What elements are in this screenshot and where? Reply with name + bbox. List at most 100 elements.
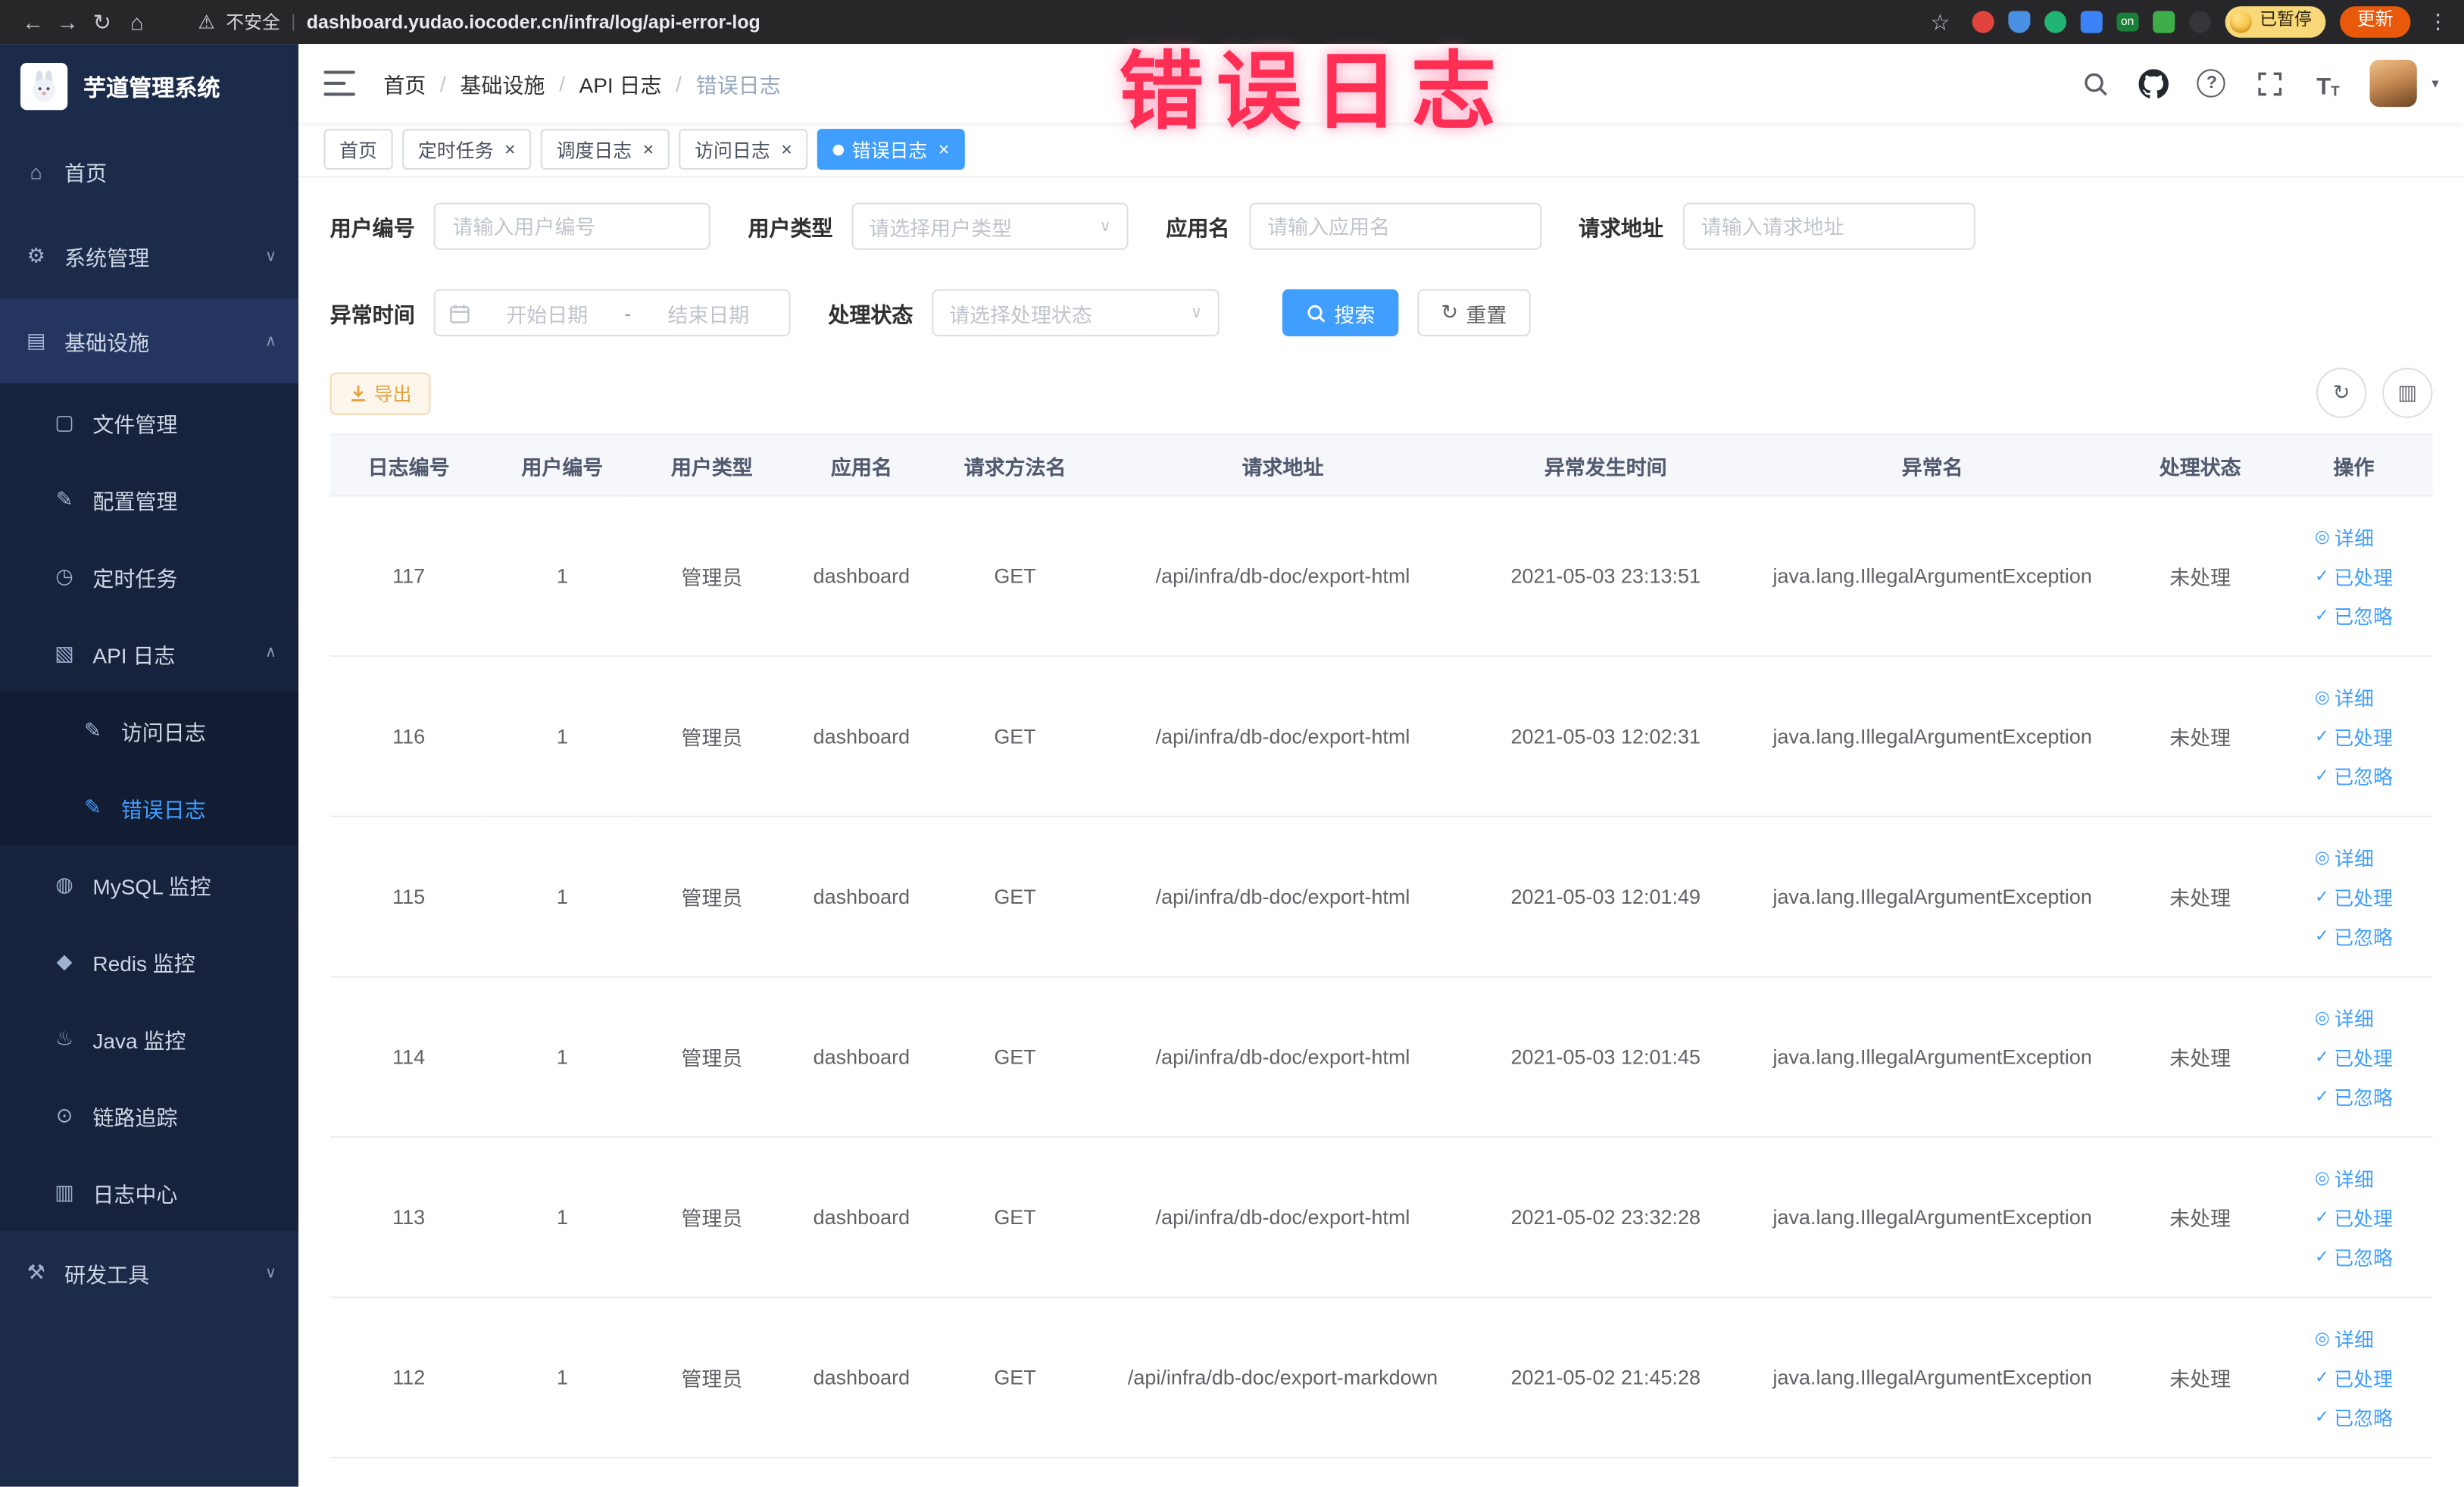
extension-icon-3[interactable] (2044, 11, 2066, 33)
table-cell: 2021-05-02 23:32:28 (1472, 1136, 1740, 1298)
processed-link[interactable]: ✓ 已处理 (2315, 882, 2393, 911)
sidebar-item-error-log[interactable]: ✎ 错误日志 (0, 768, 299, 846)
ignored-link[interactable]: ✓ 已忽略 (2315, 601, 2393, 630)
sidebar-item-trace[interactable]: ⊙ 链路追踪 (0, 1076, 299, 1154)
processed-link[interactable]: ✓ 已处理 (2315, 1202, 2393, 1232)
avatar[interactable] (2370, 59, 2418, 108)
table-cell: java.lang.IllegalArgumentException (1739, 1297, 2125, 1459)
sidebar-item-api-log[interactable]: ▧ API 日志 ∧ (0, 614, 299, 692)
request-url-input[interactable] (1682, 202, 1975, 250)
timer-icon: ◷ (55, 563, 73, 587)
app-name-input[interactable] (1248, 202, 1541, 250)
tab-job[interactable]: 定时任务 × (402, 129, 532, 170)
extension-icon-4[interactable] (2080, 11, 2103, 33)
search-icon[interactable] (2080, 67, 2111, 98)
fullscreen-icon[interactable] (2254, 67, 2285, 98)
breadcrumb-item[interactable]: 首页 (383, 67, 426, 98)
sidebar-item-home[interactable]: ⌂ 首页 (0, 129, 299, 214)
close-icon[interactable]: × (504, 140, 516, 159)
forward-icon[interactable]: → (50, 5, 85, 39)
chevron-down-icon[interactable]: ▾ (2431, 75, 2438, 92)
table-cell: /api/infra/db-doc/export-html (1094, 656, 1472, 817)
sidebar-item-dev-tools[interactable]: ⚒ 研发工具 ∨ (0, 1230, 299, 1316)
ignored-link[interactable]: ✓ 已忽略 (2315, 921, 2393, 951)
infra-icon: ▤ (26, 328, 46, 352)
tab-job-log[interactable]: 调度日志 × (540, 129, 670, 170)
ignored-link[interactable]: ✓ 已忽略 (2315, 1081, 2393, 1111)
process-status-label: 处理状态 (828, 303, 913, 327)
topbar-actions: ? TT ▾ (2080, 59, 2439, 108)
security-label[interactable]: 不安全 (226, 9, 280, 34)
detail-link[interactable]: ◎ 详细 (2315, 1323, 2374, 1353)
sidebar-item-java[interactable]: ♨ Java 监控 (0, 999, 299, 1077)
font-size-icon[interactable]: TT (2313, 67, 2344, 99)
ignored-link[interactable]: ✓ 已忽略 (2315, 1402, 2393, 1432)
detail-link[interactable]: ◎ 详细 (2315, 1163, 2374, 1192)
user-id-input[interactable] (433, 202, 710, 250)
processed-link[interactable]: ✓ 已处理 (2315, 1363, 2393, 1392)
github-icon[interactable] (2138, 67, 2169, 98)
detail-link[interactable]: ◎ 详细 (2315, 1003, 2374, 1032)
detail-link[interactable]: ◎ 详细 (2315, 842, 2374, 872)
table-cell: 2021-05-03 12:01:45 (1472, 976, 1740, 1139)
sidebar-item-config[interactable]: ✎ 配置管理 (0, 460, 299, 538)
column-settings-button[interactable]: ▥ (2382, 367, 2433, 418)
back-icon[interactable]: ← (16, 5, 51, 39)
tab-error-log[interactable]: 错误日志 × (817, 129, 966, 170)
eye-icon: ◎ (2314, 848, 2330, 868)
sidebar-item-mysql[interactable]: ◍ MySQL 监控 (0, 845, 299, 923)
sidebar-item-infra[interactable]: ▤ 基础设施 ∧ (0, 298, 299, 384)
end-date-placeholder: 结束日期 (667, 302, 750, 326)
extension-on-badge[interactable]: on (2116, 13, 2139, 31)
detail-link[interactable]: ◎ 详细 (2315, 522, 2374, 551)
home-icon[interactable]: ⌂ (120, 5, 155, 39)
search-button[interactable]: 搜索 (1282, 289, 1399, 336)
extension-icon-6[interactable] (2153, 11, 2175, 33)
ignored-link[interactable]: ✓ 已忽略 (2315, 1242, 2393, 1271)
exception-time-label: 异常时间 (329, 303, 415, 327)
update-button[interactable]: 更新 (2340, 6, 2411, 38)
extension-icon-7[interactable] (2188, 11, 2211, 33)
refresh-icon[interactable]: ↻ (85, 5, 120, 39)
export-button[interactable]: 导出 (329, 371, 431, 414)
breadcrumb-item[interactable]: 基础设施 (460, 67, 545, 98)
sidebar-item-log-center[interactable]: ▥ 日志中心 (0, 1153, 299, 1231)
paused-badge[interactable]: 已暂停 (2225, 6, 2326, 38)
extension-icon-2[interactable] (2007, 11, 2030, 33)
address-bar[interactable]: ⚠ 不安全 | dashboard.yudao.iocoder.cn/infra… (198, 9, 760, 34)
table-cell: 管理员 (637, 656, 787, 817)
user-type-select[interactable]: 请选择用户类型 ∨ (851, 202, 1129, 250)
sidebar-item-system[interactable]: ⚙ 系统管理 ∨ (0, 214, 299, 299)
ignored-link[interactable]: ✓ 已忽略 (2315, 761, 2393, 790)
exception-time-range-picker[interactable]: 开始日期 - 结束日期 (433, 289, 791, 336)
breadcrumb-item: 错误日志 (695, 73, 781, 98)
logo[interactable]: 芋道管理系统 (0, 44, 298, 129)
chevron-down-icon: ∨ (264, 247, 277, 265)
check-icon: ✓ (2314, 1248, 2330, 1267)
processed-link[interactable]: ✓ 已处理 (2315, 1042, 2393, 1071)
bookmark-star-icon[interactable]: ☆ (1923, 5, 1958, 39)
close-icon[interactable]: × (643, 140, 654, 159)
reset-button[interactable]: ↻ 重置 (1417, 289, 1531, 336)
processed-link[interactable]: ✓ 已处理 (2315, 561, 2393, 591)
close-icon[interactable]: × (781, 140, 792, 159)
sidebar-toggle-icon[interactable] (323, 70, 355, 96)
sidebar-item-access-log[interactable]: ✎ 访问日志 (0, 691, 299, 769)
close-icon[interactable]: × (938, 140, 950, 159)
sidebar-item-file[interactable]: ▢ 文件管理 (0, 383, 299, 461)
tab-access-log[interactable]: 访问日志 × (679, 129, 808, 170)
browser-menu-icon[interactable]: ⋮ (2428, 9, 2448, 34)
sidebar-item-job[interactable]: ◷ 定时任务 (0, 537, 299, 615)
processed-link[interactable]: ✓ 已处理 (2315, 721, 2393, 751)
table-cell: GET (936, 656, 1095, 817)
breadcrumb-item[interactable]: API 日志 (579, 67, 662, 98)
detail-link[interactable]: ◎ 详细 (2315, 682, 2374, 711)
url-text[interactable]: dashboard.yudao.iocoder.cn/infra/log/api… (307, 11, 760, 33)
sidebar-item-redis[interactable]: ◆ Redis 监控 (0, 922, 299, 1000)
extension-icon-1[interactable] (1971, 11, 1994, 33)
process-status-select[interactable]: 请选择处理状态 ∨ (932, 289, 1220, 336)
help-icon[interactable]: ? (2196, 67, 2227, 98)
tab-home[interactable]: 首页 (323, 129, 393, 170)
refresh-table-button[interactable]: ↻ (2316, 367, 2367, 418)
check-icon: ✓ (2314, 606, 2330, 626)
